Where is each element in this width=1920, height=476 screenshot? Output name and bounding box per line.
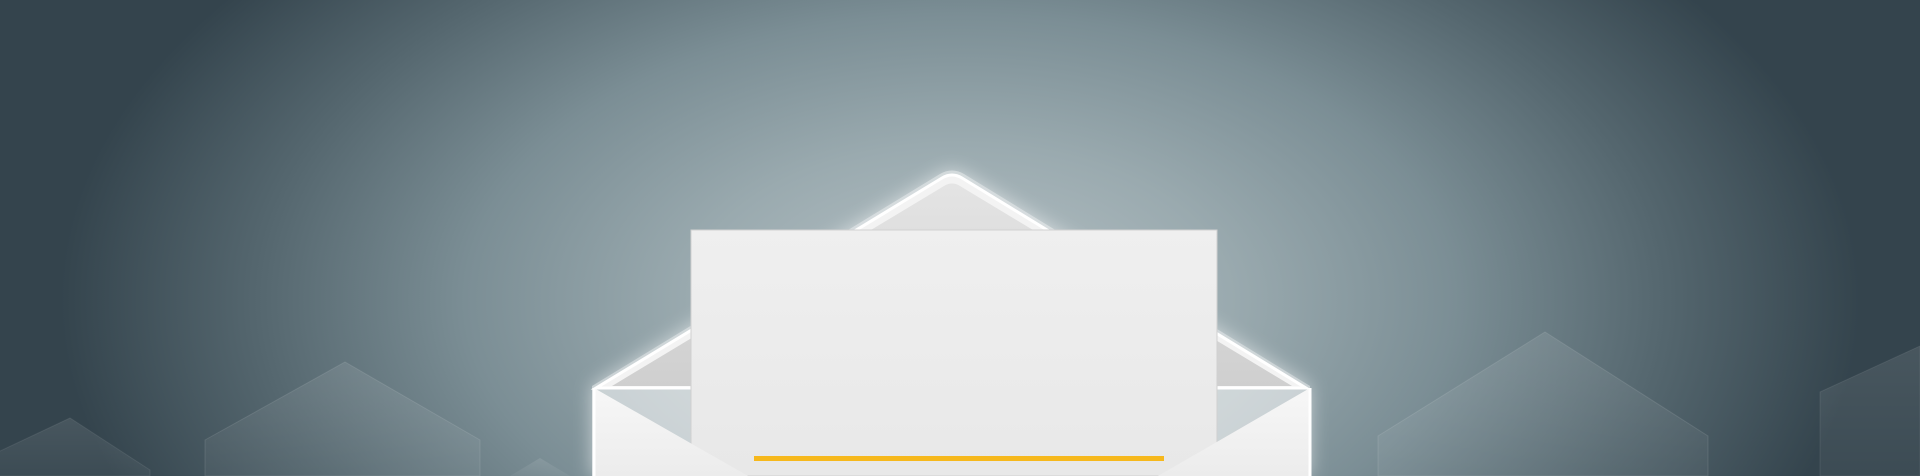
letter-sheet bbox=[690, 229, 1218, 476]
open-envelope-icon bbox=[590, 170, 1312, 476]
letter-accent-line bbox=[754, 456, 1164, 461]
hero-banner bbox=[0, 0, 1920, 476]
